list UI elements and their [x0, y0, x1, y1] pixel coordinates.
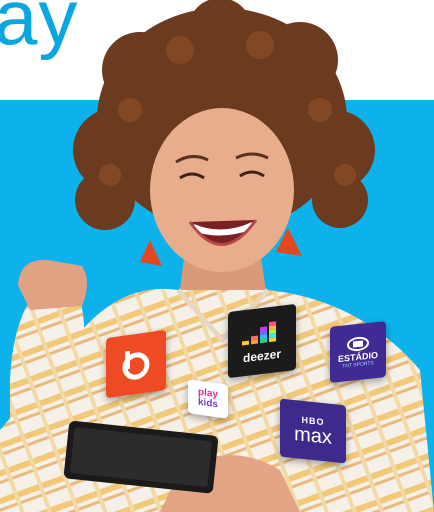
playkids-label-kids: kids — [197, 396, 218, 411]
bis-logo-icon — [122, 350, 150, 380]
app-tile-hbomax[interactable]: HBO max — [280, 398, 346, 464]
app-tile-estadio[interactable]: ESTÁDIO TNT SPORTS — [330, 321, 386, 383]
promo-banner: ay deezer ESTÁDIO TNT SPORTS play kids H… — [0, 0, 434, 512]
deezer-equalizer-icon — [242, 321, 276, 346]
woman-photo — [0, 0, 434, 512]
deezer-label: deezer — [242, 346, 282, 366]
app-tile-deezer[interactable]: deezer — [228, 303, 296, 379]
app-tile-playkids[interactable]: play kids — [188, 379, 228, 419]
app-tile-bis[interactable] — [106, 329, 166, 399]
hbomax-label: max — [294, 423, 332, 449]
